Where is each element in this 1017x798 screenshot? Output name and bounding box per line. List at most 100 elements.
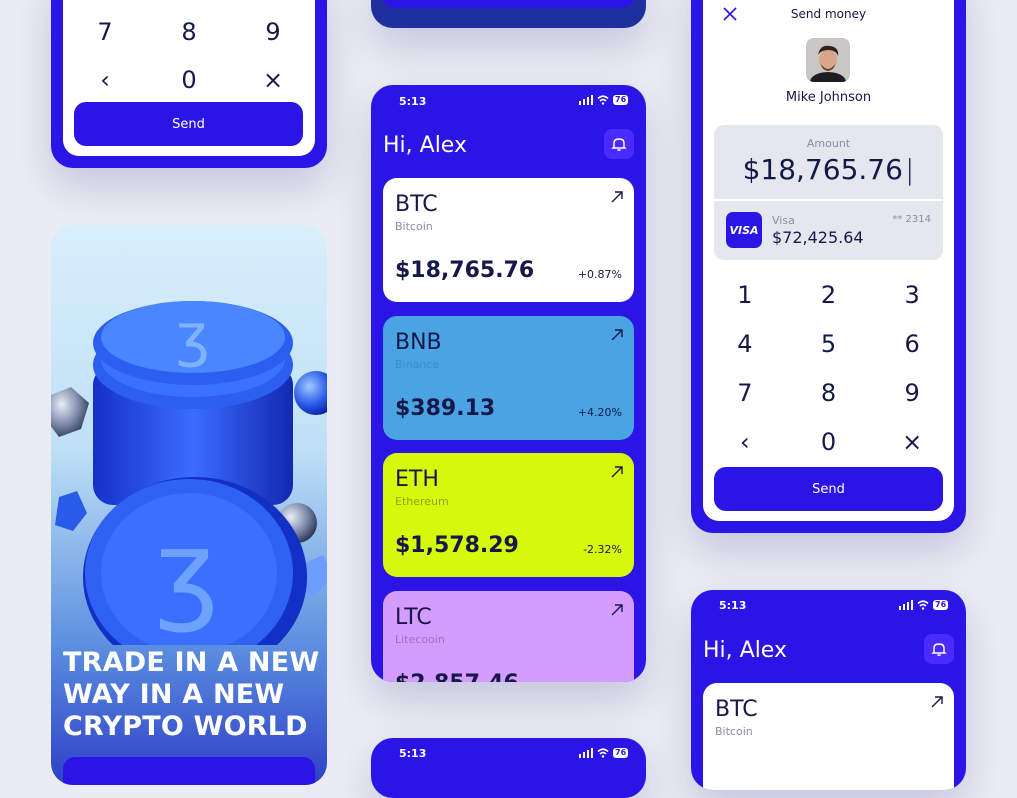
signal-icon xyxy=(899,600,913,610)
wifi-icon xyxy=(597,95,609,105)
amount-input[interactable]: $18,765.76| xyxy=(714,153,943,186)
signal-icon xyxy=(579,95,593,105)
key-0[interactable]: 0 xyxy=(147,56,231,104)
bottom-middle-phone: 5:13 76 xyxy=(371,738,646,798)
svg-text:ʒ: ʒ xyxy=(155,507,219,635)
promo-title-line-2: WAY IN A NEW xyxy=(63,679,285,710)
key-0[interactable]: 0 xyxy=(787,417,871,466)
coin-symbol: BTC xyxy=(395,192,438,217)
card-number: ** 2314 xyxy=(892,214,931,225)
coin-symbol: ETH xyxy=(395,467,439,492)
status-icons: 76 xyxy=(899,600,949,610)
send-money-phone: Send money Mike Johnson Amount $18,765.7… xyxy=(691,0,966,533)
send-keypad: 1 2 3 4 5 6 7 8 9 ‹ 0 × xyxy=(703,270,954,466)
key-5[interactable]: 5 xyxy=(787,319,871,368)
coin-symbol: LTC xyxy=(395,605,432,630)
coin-symbol: BTC xyxy=(715,697,758,722)
back-key[interactable]: ‹ xyxy=(703,417,787,466)
battery-icon: 76 xyxy=(933,600,949,610)
arrow-up-right-icon xyxy=(611,191,623,203)
arrow-up-right-icon xyxy=(611,329,623,341)
send-money-screen: Send money Mike Johnson Amount $18,765.7… xyxy=(703,0,954,521)
key-9[interactable]: 9 xyxy=(870,368,954,417)
svg-text:ʒ: ʒ xyxy=(176,301,210,369)
key-8[interactable]: 8 xyxy=(787,368,871,417)
wifi-icon xyxy=(597,748,609,758)
top-left-keypad: 7 8 9 ‹ 0 × xyxy=(63,8,315,104)
status-icons: 76 xyxy=(579,95,629,105)
coin-card-btc[interactable]: BTC Bitcoin $18,765.76 +0.87% xyxy=(383,178,634,302)
amount-panel: Amount $18,765.76| VISA Visa ** 2314 $72… xyxy=(714,125,943,260)
coin-price: $389.13 xyxy=(395,396,496,421)
top-left-screen: 7 8 9 ‹ 0 × Send xyxy=(63,0,315,156)
coin-change: +0.87% xyxy=(577,268,622,281)
key-1[interactable]: 1 xyxy=(703,270,787,319)
coin-name: Bitcoin xyxy=(715,725,753,738)
bell-icon xyxy=(611,138,627,151)
key-9[interactable]: 9 xyxy=(231,8,315,56)
send-button[interactable]: Send xyxy=(74,102,303,146)
card-balance: $72,425.64 xyxy=(772,228,864,247)
coin-card-eth[interactable]: ETH Ethereum $1,578.29 -2.32% xyxy=(383,453,634,577)
coin-change: -2.32% xyxy=(583,543,622,556)
key-7[interactable]: 7 xyxy=(703,368,787,417)
card-name: Visa xyxy=(772,214,795,227)
status-icons: 76 xyxy=(579,748,629,758)
coin-price: $2,857.46 xyxy=(395,671,519,682)
send-button[interactable]: Send xyxy=(714,467,943,511)
text-cursor: | xyxy=(904,153,915,186)
top-middle-bar xyxy=(381,0,636,8)
promo-card: ʒ ʒ TRADE IN A NEW WAY IN A NEW CRYPTO W… xyxy=(51,225,327,785)
delete-key[interactable]: × xyxy=(231,56,315,104)
coin-card-bnb[interactable]: BNB Binance $389.13 +4.20% xyxy=(383,316,634,440)
notifications-button[interactable] xyxy=(604,129,634,159)
coin-name: Binance xyxy=(395,358,440,371)
notifications-button[interactable] xyxy=(924,634,954,664)
key-2[interactable]: 2 xyxy=(787,270,871,319)
screen-title: Send money xyxy=(790,7,867,21)
amount-label: Amount xyxy=(806,137,851,150)
wifi-icon xyxy=(917,600,929,610)
signal-icon xyxy=(579,748,593,758)
promo-title: TRADE IN A NEW WAY IN A NEW CRYPTO WORLD xyxy=(63,647,319,743)
coin-change: +4.20% xyxy=(577,406,622,419)
battery-icon: 76 xyxy=(613,748,629,758)
bottom-right-phone: 5:13 76 Hi, Alex BTC Bitcoin xyxy=(691,590,966,790)
key-7[interactable]: 7 xyxy=(63,8,147,56)
coin-name: Ethereum xyxy=(395,495,449,508)
promo-title-line-1: TRADE IN A NEW xyxy=(63,647,320,678)
divider xyxy=(714,199,943,201)
avatar-portrait xyxy=(806,38,850,82)
visa-logo: VISA xyxy=(726,212,762,248)
promo-button[interactable] xyxy=(63,757,315,785)
key-4[interactable]: 4 xyxy=(703,319,787,368)
status-time: 5:13 xyxy=(399,747,427,760)
top-middle-phone xyxy=(371,0,646,28)
arrow-up-right-icon xyxy=(611,604,623,616)
back-key[interactable]: ‹ xyxy=(63,56,147,104)
greeting: Hi, Alex xyxy=(383,133,467,158)
bell-icon xyxy=(931,643,947,656)
top-left-phone: 7 8 9 ‹ 0 × Send xyxy=(51,0,327,168)
coin-card-btc[interactable]: BTC Bitcoin xyxy=(703,683,954,790)
delete-key[interactable]: × xyxy=(870,417,954,466)
coin-stack-illustration: ʒ ʒ xyxy=(51,301,327,645)
coin-symbol: BNB xyxy=(395,330,442,355)
key-6[interactable]: 6 xyxy=(870,319,954,368)
status-time: 5:13 xyxy=(719,599,747,612)
coin-price: $1,578.29 xyxy=(395,533,519,558)
main-phone: 5:13 76 Hi, Alex BTC Bitcoin $18,765.76 … xyxy=(371,85,646,682)
battery-icon: 76 xyxy=(613,95,629,105)
greeting: Hi, Alex xyxy=(703,638,787,663)
coin-name: Litecooin xyxy=(395,633,445,646)
coin-card-ltc[interactable]: LTC Litecooin $2,857.46 xyxy=(383,591,634,682)
key-8[interactable]: 8 xyxy=(147,8,231,56)
recipient-name: Mike Johnson xyxy=(785,90,872,105)
coin-price: $18,765.76 xyxy=(395,258,535,283)
promo-title-line-3: CRYPTO WORLD xyxy=(63,711,308,742)
arrow-up-right-icon xyxy=(611,466,623,478)
amount-value: $18,765.76 xyxy=(742,153,903,186)
key-3[interactable]: 3 xyxy=(870,270,954,319)
status-time: 5:13 xyxy=(399,95,427,108)
coin-name: Bitcoin xyxy=(395,220,433,233)
